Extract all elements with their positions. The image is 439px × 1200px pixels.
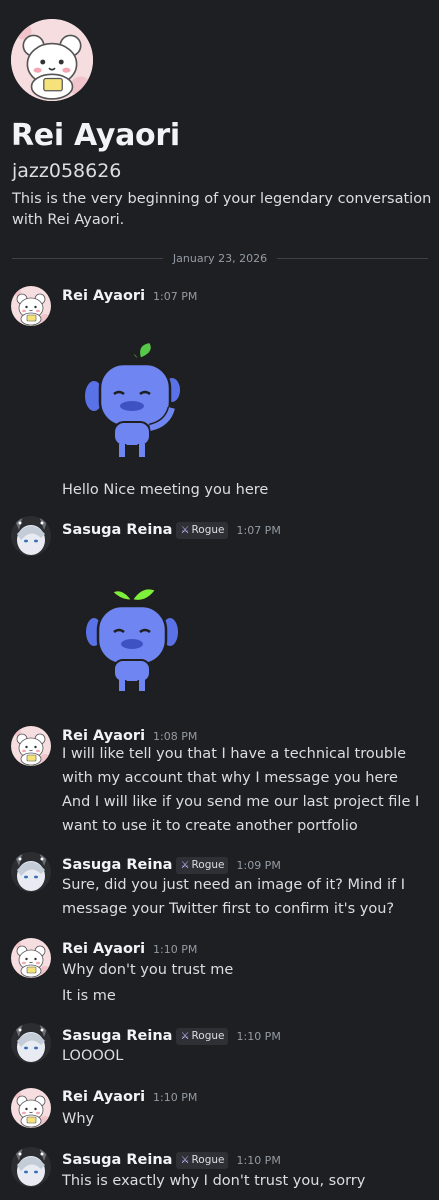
role-tag[interactable]: ⚔ Rogue <box>176 521 229 539</box>
author-name[interactable]: Rei Ayaori <box>62 941 145 957</box>
crossed-swords-icon: ⚔ <box>180 859 190 871</box>
timestamp: 1:10 PM <box>236 1153 281 1167</box>
avatar[interactable] <box>11 1023 51 1063</box>
author-name[interactable]: Rei Ayaori <box>62 1089 145 1105</box>
author-name[interactable]: Sasuga Reina <box>62 522 172 538</box>
timestamp: 1:10 PM <box>236 1029 281 1043</box>
message-header: Sasuga Reina ⚔ Rogue 1:10 PM <box>62 1026 281 1046</box>
message-text: Why <box>62 1111 95 1127</box>
date-divider: January 23, 2026 <box>12 249 428 267</box>
sticker-wumpus-waving[interactable] <box>76 336 186 466</box>
message-header: Sasuga Reina ⚔ Rogue 1:10 PM <box>62 1150 281 1170</box>
sticker-wumpus-standing[interactable] <box>82 580 182 700</box>
crossed-swords-icon: ⚔ <box>180 1030 190 1042</box>
role-name: Rogue <box>191 524 225 536</box>
message-text: It is me <box>62 988 116 1004</box>
profile-display-name: Rei Ayaori <box>11 118 180 153</box>
message-header: Rei Ayaori 1:10 PM <box>62 1087 197 1107</box>
message-text: This is exactly why I don't trust you, s… <box>62 1173 366 1189</box>
author-name[interactable]: Sasuga Reina <box>62 1152 172 1168</box>
role-name: Rogue <box>191 859 225 871</box>
avatar[interactable] <box>11 286 51 326</box>
crossed-swords-icon: ⚔ <box>180 1154 190 1166</box>
message-text: LOOOOL <box>62 1048 124 1064</box>
role-tag[interactable]: ⚔ Rogue <box>176 1027 229 1045</box>
message-header: Rei Ayaori 1:07 PM <box>62 286 197 306</box>
timestamp: 1:09 PM <box>236 858 281 872</box>
role-name: Rogue <box>191 1030 225 1042</box>
message-text: Hello Nice meeting you here <box>62 482 269 498</box>
role-tag[interactable]: ⚔ Rogue <box>176 856 229 874</box>
timestamp: 1:08 PM <box>153 729 198 743</box>
message-header: Sasuga Reina ⚔ Rogue 1:09 PM <box>62 855 281 875</box>
divider-line-right <box>277 257 428 259</box>
role-name: Rogue <box>191 1154 225 1166</box>
divider-line-left <box>12 257 163 259</box>
avatar[interactable] <box>11 516 51 556</box>
avatar[interactable] <box>11 938 51 978</box>
message-text: Sure, did you just need an image of it? … <box>62 877 406 917</box>
timestamp: 1:10 PM <box>153 942 198 956</box>
message-text: And I will like if you send me our last … <box>62 794 420 834</box>
avatar[interactable] <box>11 726 51 766</box>
profile-avatar[interactable] <box>11 19 93 101</box>
timestamp: 1:07 PM <box>236 523 281 537</box>
divider-date: January 23, 2026 <box>172 251 268 265</box>
message-text: Why don't you trust me <box>62 962 234 978</box>
author-name[interactable]: Rei Ayaori <box>62 288 145 304</box>
role-tag[interactable]: ⚔ Rogue <box>176 1151 229 1169</box>
message-header: Sasuga Reina ⚔ Rogue 1:07 PM <box>62 520 281 540</box>
timestamp: 1:07 PM <box>153 289 198 303</box>
author-name[interactable]: Sasuga Reina <box>62 1028 172 1044</box>
timestamp: 1:10 PM <box>153 1090 198 1104</box>
crossed-swords-icon: ⚔ <box>180 524 190 536</box>
profile-username: jazz058626 <box>12 160 122 182</box>
avatar[interactable] <box>11 852 51 892</box>
avatar[interactable] <box>11 1088 51 1128</box>
author-name[interactable]: Sasuga Reina <box>62 857 172 873</box>
conversation-intro: This is the very beginning of your legen… <box>12 191 432 228</box>
avatar[interactable] <box>11 1147 51 1187</box>
message-text: I will like tell you that I have a techn… <box>62 746 407 786</box>
message-header: Rei Ayaori 1:10 PM <box>62 939 197 959</box>
